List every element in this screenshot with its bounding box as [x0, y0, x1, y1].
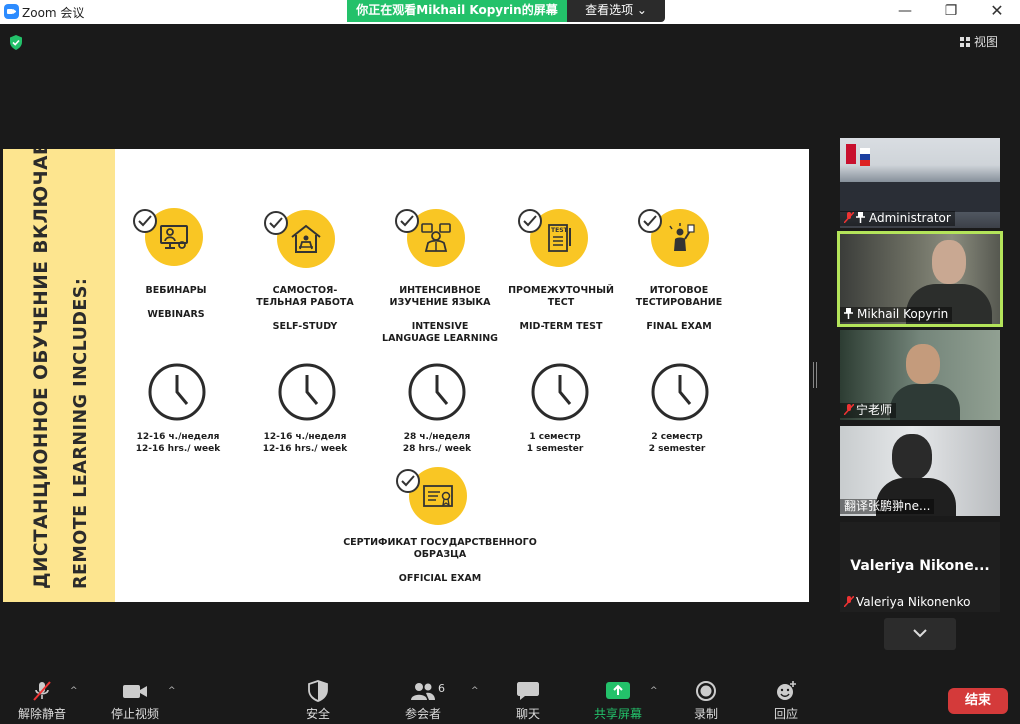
view-options-button[interactable]: 查看选项 ⌄: [567, 0, 665, 22]
shared-slide: ДИСТАНЦИОННОЕ ОБУЧЕНИЕ ВКЛЮЧАЕТ: REMOTE …: [3, 149, 809, 602]
participant-display-name: Valeriya Nikone...: [850, 558, 990, 574]
security-shield-icon: [308, 680, 328, 702]
shield-icon[interactable]: [9, 35, 23, 50]
end-meeting-button[interactable]: 结束: [948, 688, 1008, 714]
view-button-label: 视图: [974, 35, 999, 49]
participant-name-label: Mikhail Kopyrin: [840, 307, 953, 322]
participant-head: [892, 434, 932, 480]
clock-icon: [531, 363, 589, 421]
zoom-logo-icon: [4, 4, 19, 19]
clock-icon: [408, 363, 466, 421]
reactions-button[interactable]: 回应: [766, 680, 806, 722]
participant-video-ning-laoshi[interactable]: 宁老师: [840, 330, 1000, 420]
sharing-banner: 你正在观看Mikhail Kopyrin的屏幕: [347, 0, 567, 22]
pin-icon: [856, 212, 865, 223]
item-label-ru: ИТОГОВОЕ ТЕСТИРОВАНИЕ: [635, 285, 723, 308]
item-label-ru: САМОСТОЯ- ТЕЛЬНАЯ РАБОТА: [256, 285, 354, 308]
meeting-table: [840, 182, 1000, 212]
item-label-en: MID-TERM TEST: [519, 321, 603, 332]
participant-video-valeriya[interactable]: Valeriya Nikone... Valeriya Nikonenko: [840, 522, 1000, 612]
share-screen-button[interactable]: 共享屏幕: [588, 680, 648, 722]
participant-name-label: Valeriya Nikonenko: [840, 595, 975, 610]
participants-icon: [411, 683, 435, 700]
view-button[interactable]: 视图: [960, 32, 1010, 54]
hours-en: 12-16 hrs./ week: [262, 444, 348, 454]
audio-options-caret[interactable]: ^: [70, 686, 78, 696]
hours-en: 2 semester: [648, 444, 706, 454]
clock-icon: [148, 363, 206, 421]
hours-en: 28 hrs./ week: [402, 444, 472, 454]
check-icon: [133, 209, 157, 233]
hours-ru: 1 семестр: [529, 432, 581, 442]
chat-button[interactable]: 聊天: [508, 680, 548, 722]
record-button[interactable]: 录制: [686, 680, 726, 722]
security-button[interactable]: 安全: [298, 680, 338, 722]
pin-icon: [844, 308, 853, 319]
chevron-down-icon: [913, 629, 927, 638]
grid-icon: [960, 37, 970, 47]
thumbnails-scroll-down-button[interactable]: [884, 618, 956, 650]
participant-video-translator[interactable]: 翻译张鹏翀ne...: [840, 426, 1000, 516]
unmute-button[interactable]: 解除静音: [14, 680, 70, 722]
flag-icon: [860, 148, 870, 166]
item-label-en: WEBINARS: [147, 309, 205, 320]
hours-en: 1 semester: [526, 444, 584, 454]
participant-body: [890, 384, 960, 420]
item-label-en: SELF-STUDY: [272, 321, 338, 332]
item-label-ru: ВЕБИНАРЫ: [145, 285, 207, 296]
participant-name-label: 宁老师: [840, 403, 897, 418]
window-title: Zoom 会议: [22, 6, 85, 20]
mic-off-icon: [33, 681, 51, 701]
mic-off-icon: [844, 404, 854, 415]
check-icon: [518, 209, 542, 233]
participant-face: [932, 240, 966, 284]
item-label-en: INTENSIVE LANGUAGE LEARNING: [382, 321, 498, 344]
share-screen-icon: [606, 682, 630, 699]
certificate-label-ru: СЕРТИФИКАТ ГОСУДАРСТВЕННОГО ОБРАЗЦА: [343, 537, 537, 560]
mic-off-icon: [844, 596, 854, 607]
clock-icon: [651, 363, 709, 421]
participant-face: [906, 344, 940, 384]
check-icon: [264, 211, 288, 235]
clock-icon: [278, 363, 336, 421]
video-camera-icon: [123, 685, 147, 698]
chat-bubble-icon: [517, 682, 539, 700]
flag-icon: [846, 144, 856, 164]
video-options-caret[interactable]: ^: [168, 686, 176, 696]
item-label-en: FINAL EXAM: [646, 321, 712, 332]
participant-name-label: Administrator: [840, 211, 955, 226]
slide-vertical-title-ru: ДИСТАНЦИОННОЕ ОБУЧЕНИЕ ВКЛЮЧАЕТ:: [31, 149, 52, 589]
panel-splitter-handle[interactable]: [813, 362, 817, 388]
minimize-button[interactable]: —: [882, 0, 928, 24]
certificate-label-en: OFFICIAL EXAM: [398, 573, 482, 584]
mic-off-icon: [844, 212, 854, 223]
stop-video-button[interactable]: 停止视频: [106, 680, 164, 722]
participant-name-label: 翻译张鹏翀ne...: [840, 499, 935, 514]
hours-ru: 28 ч./неделя: [403, 432, 471, 442]
close-button[interactable]: ✕: [974, 0, 1020, 24]
item-label-ru: ИНТЕНСИВНОЕ ИЗУЧЕНИЕ ЯЗЫКА: [389, 285, 491, 308]
participant-video-mikhail-kopyrin[interactable]: Mikhail Kopyrin: [837, 231, 1003, 327]
hours-ru: 12-16 ч./неделя: [136, 432, 220, 442]
item-label-ru: ПРОМЕЖУТОЧНЫЙ ТЕСТ: [508, 285, 614, 308]
participants-options-caret[interactable]: ^: [471, 686, 479, 696]
smiley-icon: [777, 681, 796, 700]
hours-ru: 2 семестр: [651, 432, 703, 442]
slide-side-panel: ДИСТАНЦИОННОЕ ОБУЧЕНИЕ ВКЛЮЧАЕТ: REMOTE …: [3, 149, 115, 602]
hours-en: 12-16 hrs./ week: [135, 444, 221, 454]
record-icon: [696, 681, 716, 701]
slide-vertical-title-en: REMOTE LEARNING INCLUDES:: [71, 277, 91, 589]
participant-video-administrator[interactable]: Administrator: [840, 138, 1000, 228]
check-icon: [638, 209, 662, 233]
check-icon: [395, 209, 419, 233]
maximize-button[interactable]: ❐: [928, 0, 974, 24]
hours-ru: 12-16 ч./неделя: [263, 432, 347, 442]
test-icon-text: TEST: [551, 227, 569, 234]
share-options-caret[interactable]: ^: [650, 686, 658, 696]
check-icon: [396, 469, 420, 493]
participant-count-badge: 6: [438, 682, 445, 695]
